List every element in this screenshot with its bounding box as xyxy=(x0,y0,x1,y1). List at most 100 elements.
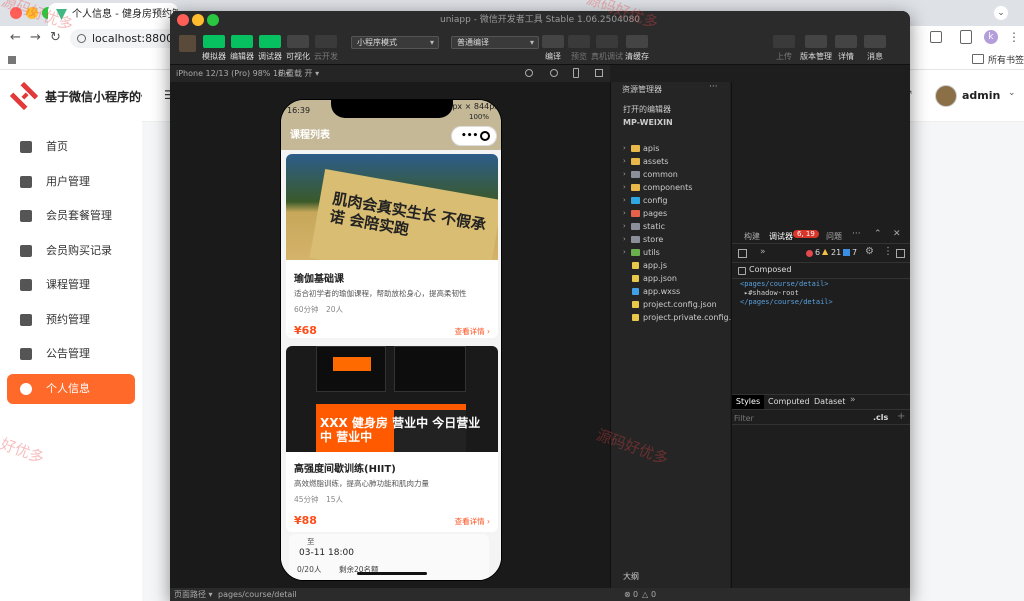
page-path-label[interactable]: 页面路径 ▾ xyxy=(174,590,213,599)
folder-row[interactable]: › static xyxy=(611,220,731,233)
debugger-icon[interactable] xyxy=(259,35,281,48)
dom-shadow-root[interactable]: ▸#shadow-root xyxy=(744,289,799,297)
close-window-dot[interactable] xyxy=(177,14,189,26)
info-count[interactable]: 7 xyxy=(852,248,857,257)
file-row[interactable]: app.js xyxy=(611,259,731,272)
clear-cache-icon[interactable] xyxy=(626,35,648,48)
all-bookmarks-label[interactable]: 所有书签 xyxy=(988,53,1024,66)
view-details-link[interactable]: 查看详情 › xyxy=(455,326,490,337)
cloud-label[interactable]: 云开发 xyxy=(308,51,344,62)
folder-row[interactable]: › apis xyxy=(611,142,731,155)
details-icon[interactable] xyxy=(835,35,857,48)
zoom-window-dot[interactable] xyxy=(207,14,219,26)
cloud-icon[interactable] xyxy=(315,35,337,48)
sidebar-item[interactable]: 课程管理 xyxy=(7,270,135,300)
folder-row[interactable]: › components xyxy=(611,181,731,194)
refresh-icon[interactable] xyxy=(525,69,533,77)
sidebar-item[interactable]: 用户管理 xyxy=(7,167,135,197)
folder-row[interactable]: › assets xyxy=(611,155,731,168)
close-icon[interactable]: ✕ xyxy=(893,229,901,239)
preview-icon[interactable] xyxy=(568,35,590,48)
tab-styles[interactable]: Styles xyxy=(732,395,764,409)
sidebar-item[interactable]: 首页 xyxy=(7,132,135,162)
phone-icon[interactable] xyxy=(573,68,579,78)
folder-row[interactable]: › config xyxy=(611,194,731,207)
folder-row[interactable]: › store xyxy=(611,233,731,246)
minimize-window-dot[interactable] xyxy=(192,14,204,26)
dock-icon[interactable] xyxy=(896,249,905,258)
tab-problems[interactable]: 问题 xyxy=(826,231,842,242)
file-row[interactable]: app.wxss xyxy=(611,285,731,298)
editor-icon[interactable] xyxy=(231,35,253,48)
device-select[interactable]: iPhone 12/13 (Pro) 98% 16 ▾ xyxy=(176,69,290,78)
close-target-icon[interactable] xyxy=(480,131,490,141)
visual-icon[interactable] xyxy=(287,35,309,48)
file-row[interactable]: project.private.config.json xyxy=(611,311,731,324)
more-tabs-icon[interactable]: » xyxy=(850,395,856,405)
sidebar-item[interactable]: 公告管理 xyxy=(7,339,135,369)
address-bar[interactable]: localhost:8800/bac xyxy=(70,29,180,48)
compile-icon[interactable] xyxy=(542,35,564,48)
project-row[interactable]: MP-WEIXIN xyxy=(611,116,731,129)
real-debug-icon[interactable] xyxy=(596,35,618,48)
mode-select[interactable]: 小程序模式 xyxy=(351,36,439,49)
outline-row[interactable]: 大纲 xyxy=(611,570,731,583)
hot-reload-select[interactable]: 热重载 开 ▾ xyxy=(278,65,319,82)
bell-icon[interactable] xyxy=(864,35,886,48)
stop-icon[interactable] xyxy=(550,69,558,77)
folder-row[interactable]: › common xyxy=(611,168,731,181)
messages-label[interactable]: 消息 xyxy=(857,51,893,62)
gear-icon[interactable]: ⚙ xyxy=(865,246,874,257)
account-avatar[interactable] xyxy=(179,35,196,52)
composed-checkbox[interactable] xyxy=(738,267,746,275)
reload-icon[interactable]: ↻ xyxy=(50,31,61,45)
extensions-icon[interactable] xyxy=(930,31,942,43)
tab-search-icon[interactable]: ⌄ xyxy=(994,6,1008,20)
dom-node-close[interactable]: </pages/course/detail> xyxy=(740,298,833,306)
dom-node-open[interactable]: <pages/course/detail> xyxy=(740,280,829,288)
course-card[interactable]: 肌肉会真实生长 不假承诺 会陪实跑 瑜伽基础课 适合初学者的瑜伽课程，帮助放松身… xyxy=(286,154,498,338)
capsule-button[interactable]: ••• xyxy=(451,126,497,146)
more-panels-icon[interactable]: » xyxy=(760,247,766,257)
inspect-icon[interactable] xyxy=(738,249,747,258)
more-icon[interactable]: ··· xyxy=(709,82,718,92)
tab-dataset[interactable]: Dataset xyxy=(814,397,845,406)
file-row[interactable]: project.config.json xyxy=(611,298,731,311)
error-count[interactable]: 6 xyxy=(815,248,820,257)
error-status-count[interactable]: 0 xyxy=(633,588,638,601)
filter-input[interactable] xyxy=(734,412,854,424)
open-editors-row[interactable]: 打开的编辑器 xyxy=(611,103,731,116)
simulator-icon[interactable] xyxy=(203,35,225,48)
folder-row[interactable]: › pages xyxy=(611,207,731,220)
chevron-up-icon[interactable]: ⌃ xyxy=(874,229,882,239)
profile-avatar[interactable]: k xyxy=(984,30,998,44)
tab-build[interactable]: 构建 xyxy=(744,231,760,242)
user-name[interactable]: admin xyxy=(962,89,1000,102)
file-row[interactable]: app.json xyxy=(611,272,731,285)
forward-icon[interactable]: → xyxy=(30,31,41,45)
sidebar-item[interactable]: 会员购买记录 xyxy=(7,236,135,266)
chevron-down-icon[interactable]: ⌄ xyxy=(1008,88,1016,98)
sidebar-item[interactable]: 会员套餐管理 xyxy=(7,201,135,231)
upload-icon[interactable] xyxy=(773,35,795,48)
warning-count[interactable]: 21 xyxy=(831,248,841,257)
folder-row[interactable]: › utils xyxy=(611,246,731,259)
sidebar-item[interactable]: 个人信息 xyxy=(7,373,135,404)
tab-debugger[interactable]: 调试器 xyxy=(769,231,793,242)
clear-cache-label[interactable]: 清缓存 xyxy=(619,51,655,62)
tab-computed[interactable]: Computed xyxy=(768,397,810,406)
compile-select[interactable]: 普通编译 xyxy=(451,36,539,49)
upload-label[interactable]: 上传 xyxy=(766,51,802,62)
back-icon[interactable]: ← xyxy=(10,31,21,45)
copy-icon[interactable] xyxy=(595,69,603,77)
cls-button[interactable]: .cls xyxy=(873,413,888,422)
warning-status-count[interactable]: 0 xyxy=(651,588,656,601)
more-dots-icon[interactable]: ••• xyxy=(461,129,478,143)
apps-icon[interactable] xyxy=(8,56,16,64)
menu-dots-icon[interactable]: ⋮ xyxy=(1008,30,1020,44)
version-icon[interactable] xyxy=(805,35,827,48)
view-details-link[interactable]: 查看详情 › xyxy=(455,516,490,527)
add-rule-icon[interactable]: + xyxy=(897,411,905,422)
avatar[interactable] xyxy=(935,85,957,107)
kebab-icon[interactable]: ⋮ xyxy=(883,246,893,257)
